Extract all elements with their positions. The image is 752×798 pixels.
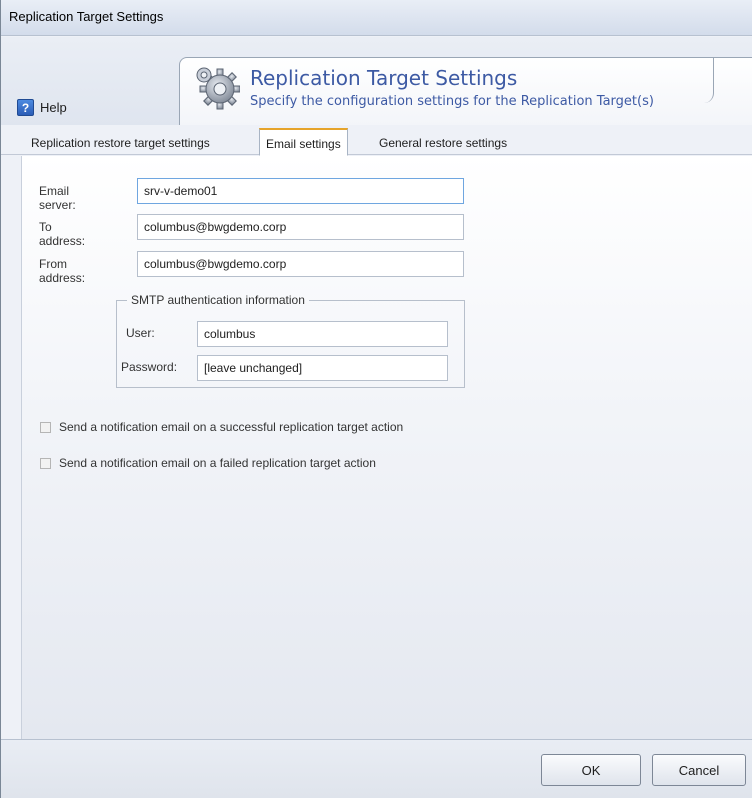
notify-success-option[interactable]: Send a notification email on a successfu…	[40, 420, 403, 434]
notify-failure-checkbox[interactable]	[40, 457, 51, 469]
header-subtitle: Specify the configuration settings for t…	[250, 94, 654, 109]
to-address-input[interactable]	[137, 214, 464, 240]
smtp-password-label: Password:	[121, 360, 178, 374]
email-server-input[interactable]	[137, 178, 464, 204]
cancel-button[interactable]: Cancel	[652, 754, 746, 786]
email-settings-panel: Email server: To address: From address: …	[21, 156, 752, 739]
from-address-label: From address:	[39, 257, 86, 285]
gear-icon	[196, 67, 240, 110]
help-icon: ?	[17, 99, 34, 116]
email-server-label: Email server:	[39, 184, 76, 212]
title-bar: Replication Target Settings	[1, 0, 752, 36]
smtp-user-input[interactable]	[197, 321, 448, 347]
help-button[interactable]: ? Help	[17, 99, 67, 116]
tab-general-restore-settings[interactable]: General restore settings	[373, 131, 513, 155]
settings-tabs: Replication restore target settings Emai…	[1, 125, 752, 156]
from-address-input[interactable]	[137, 251, 464, 277]
dialog-footer: OK Cancel	[1, 739, 752, 798]
smtp-password-input[interactable]	[197, 355, 448, 381]
smtp-user-label: User:	[126, 326, 155, 340]
notify-success-label: Send a notification email on a successfu…	[59, 420, 404, 434]
smtp-legend: SMTP authentication information	[131, 293, 305, 307]
dialog-header: ? Help Replication Target Settings Speci…	[1, 37, 752, 125]
to-address-label: To address:	[39, 220, 86, 248]
header-banner: Replication Target Settings Specify the …	[179, 57, 752, 125]
window-title: Replication Target Settings	[9, 9, 164, 24]
notify-failure-label: Send a notification email on a failed re…	[59, 456, 376, 470]
ok-button[interactable]: OK	[541, 754, 641, 786]
header-title: Replication Target Settings	[250, 66, 518, 90]
tab-replication-restore-target-settings[interactable]: Replication restore target settings	[25, 131, 216, 155]
notify-success-checkbox[interactable]	[40, 421, 51, 433]
help-label: Help	[40, 100, 67, 115]
replication-target-settings-dialog: Replication Target Settings ? Help Repli…	[0, 0, 752, 798]
notify-failure-option[interactable]: Send a notification email on a failed re…	[40, 456, 376, 470]
tab-email-settings[interactable]: Email settings	[259, 128, 348, 156]
